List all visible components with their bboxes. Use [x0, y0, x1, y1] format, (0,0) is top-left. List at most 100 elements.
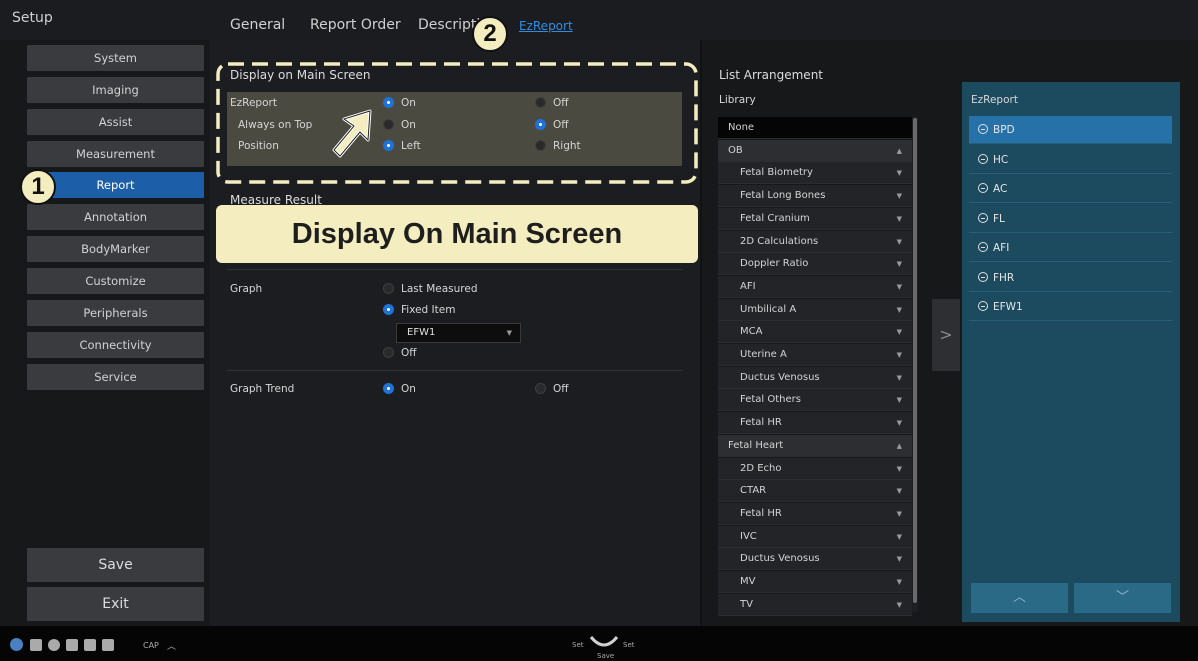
ezreport-item[interactable]: FHR — [969, 264, 1172, 292]
graph-trend-off-label: Off — [553, 383, 569, 395]
ezreport-on-radio[interactable] — [383, 97, 394, 108]
library-item[interactable]: Fetal Heart ▲ — [718, 434, 912, 457]
chevron-down-icon[interactable]: ▼ — [897, 548, 902, 570]
library-scrollbar-thumb[interactable] — [913, 118, 917, 603]
chevron-down-icon[interactable]: ▼ — [897, 231, 902, 253]
chevron-down-icon[interactable]: ▼ — [897, 299, 902, 321]
library-item[interactable]: Uterine A ▼ — [718, 344, 912, 366]
remove-icon[interactable] — [978, 183, 988, 193]
library-item[interactable]: Ductus Venosus ▼ — [718, 548, 912, 571]
move-up-button[interactable]: ︿ — [971, 583, 1068, 613]
library-item[interactable]: Fetal Biometry ▼ — [718, 162, 912, 185]
sidebar-item-measurement[interactable]: Measurement — [27, 141, 204, 167]
exit-button[interactable]: Exit — [27, 587, 204, 621]
chevron-down-icon[interactable]: ▼ — [897, 503, 902, 525]
chevron-down-icon[interactable]: ▼ — [897, 185, 902, 207]
fixed-item-value: EFW1 — [407, 327, 436, 338]
ezreport-item[interactable]: AFI — [969, 234, 1172, 262]
library-item[interactable]: TV ▼ — [718, 593, 912, 616]
sidebar-item-connectivity[interactable]: Connectivity — [27, 332, 204, 358]
sidebar-item-peripherals[interactable]: Peripherals — [27, 300, 204, 326]
move-down-button[interactable]: ﹀ — [1074, 583, 1171, 613]
pointer-arrow-icon — [332, 109, 372, 158]
chevron-down-icon[interactable]: ▼ — [897, 344, 902, 366]
chevron-down-icon[interactable]: ▼ — [897, 208, 902, 230]
remove-icon[interactable] — [978, 301, 988, 311]
tab-report-order[interactable]: Report Order — [310, 17, 401, 33]
ezreport-item-label: HC — [993, 153, 1009, 166]
library-item[interactable]: Doppler Ratio ▼ — [718, 253, 912, 276]
library-item[interactable]: OB ▲ — [718, 139, 912, 162]
library-item[interactable]: Fetal HR ▼ — [718, 412, 912, 435]
library-item[interactable]: MV ▼ — [718, 571, 912, 593]
chevron-down-icon[interactable]: ▼ — [897, 276, 902, 298]
sidebar-item-service[interactable]: Service — [27, 364, 204, 390]
library-item[interactable]: Ductus Venosus ▼ — [718, 366, 912, 389]
remove-icon[interactable] — [978, 124, 988, 134]
library-item[interactable]: Fetal Cranium ▼ — [718, 207, 912, 230]
chevron-down-icon[interactable]: ▼ — [897, 571, 902, 593]
ezreport-item[interactable]: HC — [969, 146, 1172, 174]
ezreport-off-radio[interactable] — [535, 97, 546, 108]
ezreport-item[interactable]: BPD — [969, 116, 1172, 144]
sidebar-item-customize[interactable]: Customize — [27, 268, 204, 294]
chevron-up-icon[interactable]: ︿ — [167, 639, 176, 652]
library-item[interactable]: None — [718, 117, 912, 139]
ezreport-on-label: On — [401, 97, 416, 109]
tab-ezreport[interactable]: EzReport — [519, 19, 573, 33]
chevron-down-icon[interactable]: ▼ — [897, 594, 902, 616]
chevron-up-icon[interactable]: ▲ — [897, 435, 902, 457]
library-item-label: Ductus Venosus — [740, 371, 820, 383]
library-item[interactable]: Fetal HR ▼ — [718, 502, 912, 525]
chevron-down-icon[interactable]: ▼ — [897, 458, 902, 480]
ezreport-item[interactable]: AC — [969, 175, 1172, 203]
library-item[interactable]: MCA ▼ — [718, 321, 912, 344]
step-badge-2: 2 — [472, 16, 508, 52]
sidebar-item-annotation[interactable]: Annotation — [27, 204, 204, 230]
library-item[interactable]: 2D Echo ▼ — [718, 457, 912, 480]
remove-icon[interactable] — [978, 242, 988, 252]
sidebar-item-bodymarker[interactable]: BodyMarker — [27, 236, 204, 262]
move-right-button[interactable]: > — [932, 299, 960, 371]
remove-icon[interactable] — [978, 271, 988, 282]
ezreport-item[interactable]: EFW1 — [969, 293, 1172, 321]
ezreport-item[interactable]: FL — [969, 205, 1172, 233]
remove-icon[interactable] — [978, 212, 988, 223]
graph-off-radio[interactable] — [383, 347, 394, 358]
chevron-down-icon[interactable]: ▼ — [897, 162, 902, 184]
position-left-radio[interactable] — [383, 140, 394, 151]
always-on-top-off-radio[interactable] — [535, 119, 546, 130]
chevron-down-icon[interactable]: ▼ — [897, 321, 902, 343]
library-item[interactable]: AFI ▼ — [718, 275, 912, 298]
chevron-down-icon[interactable]: ▼ — [897, 526, 902, 548]
save-button[interactable]: Save — [27, 548, 204, 582]
sidebar-item-system[interactable]: System — [27, 45, 204, 71]
tab-description[interactable]: Descripti — [418, 17, 480, 33]
graph-trend-on-radio[interactable] — [383, 383, 394, 394]
remove-icon[interactable] — [978, 153, 988, 164]
chevron-down-icon[interactable]: ▼ — [897, 389, 902, 411]
sidebar-item-assist[interactable]: Assist — [27, 109, 204, 135]
graph-fixed-item-radio[interactable] — [383, 304, 394, 315]
library-item[interactable]: Fetal Long Bones ▼ — [718, 185, 912, 208]
position-right-radio[interactable] — [535, 140, 546, 151]
always-on-top-label: Always on Top — [238, 119, 313, 131]
library-item[interactable]: 2D Calculations ▼ — [718, 230, 912, 253]
ezreport-item-label: FHR — [993, 271, 1015, 284]
library-item[interactable]: IVC ▼ — [718, 525, 912, 548]
sidebar-item-imaging[interactable]: Imaging — [27, 77, 204, 103]
fixed-item-select[interactable]: EFW1 ▼ — [396, 323, 521, 343]
chevron-down-icon[interactable]: ▼ — [897, 253, 902, 275]
always-on-top-on-radio[interactable] — [383, 119, 394, 130]
chevron-down-icon[interactable]: ▼ — [897, 367, 902, 389]
chevron-down-icon[interactable]: ▼ — [897, 412, 902, 434]
tab-general[interactable]: General — [230, 17, 285, 33]
graph-last-measured-radio[interactable] — [383, 283, 394, 294]
library-item[interactable]: Fetal Others ▼ — [718, 389, 912, 412]
library-item[interactable]: Umbilical A ▼ — [718, 298, 912, 321]
chevron-down-icon[interactable]: ▼ — [897, 480, 902, 502]
top-bar — [0, 0, 1198, 40]
library-item[interactable]: CTAR ▼ — [718, 480, 912, 503]
graph-trend-off-radio[interactable] — [535, 383, 546, 394]
chevron-up-icon[interactable]: ▲ — [897, 140, 902, 162]
